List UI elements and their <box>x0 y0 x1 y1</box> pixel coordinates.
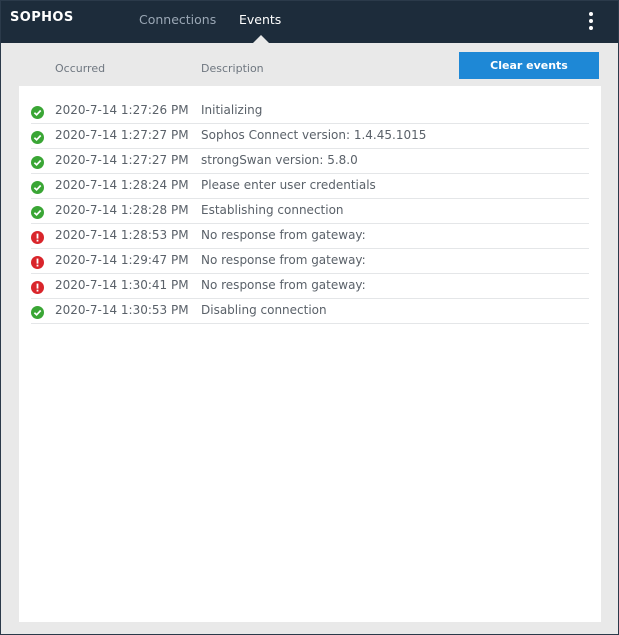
event-row: 2020-7-14 1:28:24 PM Please enter user cr… <box>31 173 589 199</box>
event-occurred: 2020-7-14 1:28:28 PM <box>55 203 189 217</box>
check-circle-icon <box>31 204 44 219</box>
event-occurred: 2020-7-14 1:27:27 PM <box>55 128 189 142</box>
event-description: Initializing <box>201 103 263 117</box>
top-nav-bar: SOPHOS Connections Events <box>1 1 618 43</box>
tab-events[interactable]: Events <box>239 12 281 27</box>
event-occurred: 2020-7-14 1:29:47 PM <box>55 253 189 267</box>
event-occurred: 2020-7-14 1:27:26 PM <box>55 103 189 117</box>
event-row: 2020-7-14 1:27:27 PM Sophos Connect versi… <box>31 123 589 149</box>
menu-dot <box>589 19 593 23</box>
column-header-occurred: Occurred <box>55 62 106 75</box>
event-occurred: 2020-7-14 1:30:53 PM <box>55 303 189 317</box>
active-tab-indicator <box>253 35 269 43</box>
check-circle-icon <box>31 154 44 169</box>
event-row: 2020-7-14 1:30:41 PM No response from gat… <box>31 273 589 299</box>
event-description: Establishing connection <box>201 203 344 217</box>
event-description: No response from gateway: <box>201 278 366 292</box>
event-description: No response from gateway: <box>201 228 366 242</box>
more-menu-button[interactable] <box>581 10 601 32</box>
event-description: strongSwan version: 5.8.0 <box>201 153 358 167</box>
event-description: Please enter user credentials <box>201 178 376 192</box>
event-row: 2020-7-14 1:28:53 PM No response from gat… <box>31 223 589 249</box>
error-circle-icon <box>31 279 44 294</box>
error-circle-icon <box>31 254 44 269</box>
event-description: Sophos Connect version: 1.4.45.1015 <box>201 128 427 142</box>
event-row: 2020-7-14 1:27:26 PM Initializing <box>31 98 589 124</box>
event-occurred: 2020-7-14 1:30:41 PM <box>55 278 189 292</box>
column-header-description: Description <box>201 62 264 75</box>
app-window: SOPHOS Connections Events Occurred Descr… <box>0 0 619 635</box>
clear-events-button[interactable]: Clear events <box>459 52 599 79</box>
events-list: 2020-7-14 1:27:26 PM Initializing 2020-7-1… <box>19 86 601 622</box>
event-occurred: 2020-7-14 1:28:24 PM <box>55 178 189 192</box>
event-occurred: 2020-7-14 1:28:53 PM <box>55 228 189 242</box>
error-circle-icon <box>31 229 44 244</box>
check-circle-icon <box>31 304 44 319</box>
check-circle-icon <box>31 179 44 194</box>
event-row: 2020-7-14 1:27:27 PM strongSwan version: … <box>31 148 589 174</box>
check-circle-icon <box>31 129 44 144</box>
event-row: 2020-7-14 1:28:28 PM Establishing connect… <box>31 198 589 224</box>
check-circle-icon <box>31 104 44 119</box>
tab-connections[interactable]: Connections <box>139 12 216 27</box>
event-row: 2020-7-14 1:30:53 PM Disabling connection <box>31 298 589 324</box>
menu-dot <box>589 26 593 30</box>
event-description: No response from gateway: <box>201 253 366 267</box>
sophos-logo: SOPHOS <box>10 10 74 25</box>
event-row: 2020-7-14 1:29:47 PM No response from gat… <box>31 248 589 274</box>
event-description: Disabling connection <box>201 303 327 317</box>
vertical-ellipsis-icon <box>589 12 593 16</box>
event-occurred: 2020-7-14 1:27:27 PM <box>55 153 189 167</box>
